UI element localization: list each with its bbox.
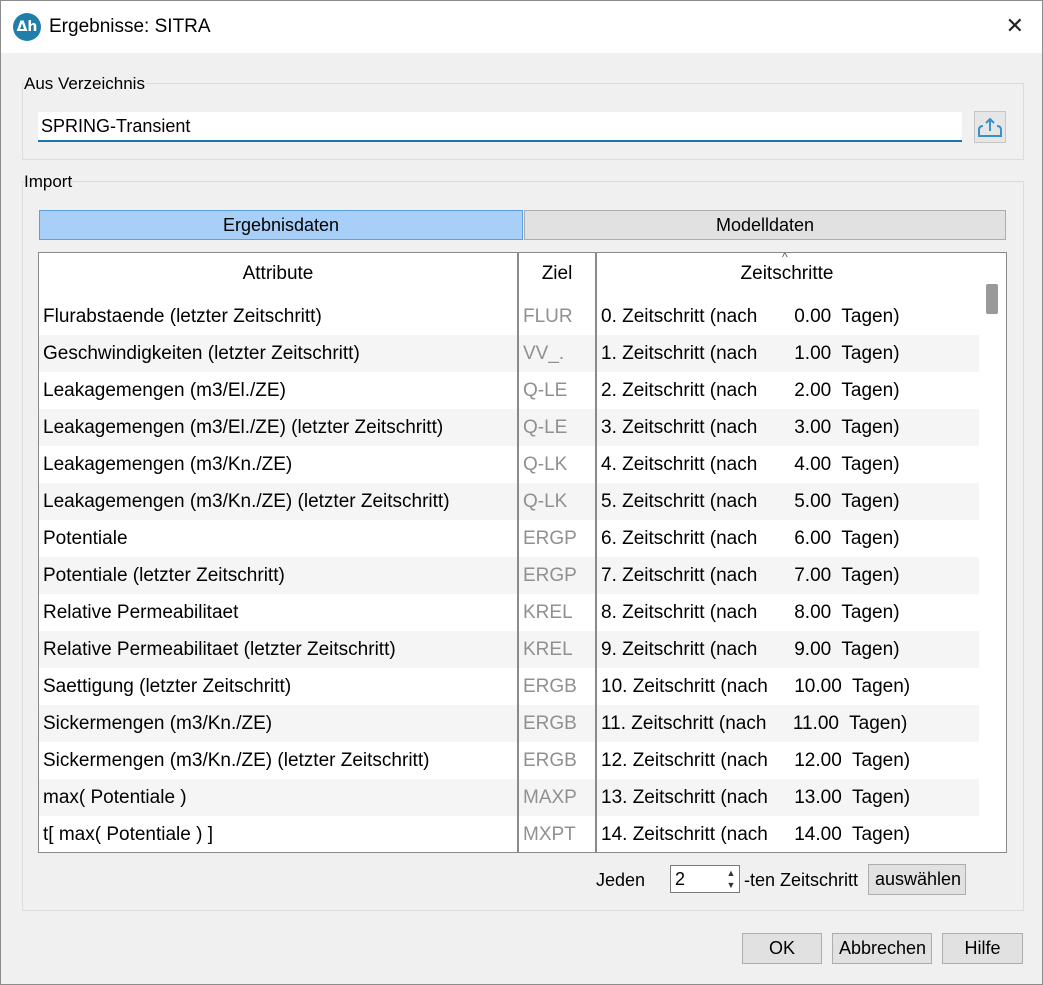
ok-button[interactable]: OK xyxy=(742,933,822,964)
step-suffix-label: -ten Zeitschritt xyxy=(744,870,859,890)
cell-ziel[interactable]: ERGP xyxy=(523,557,577,594)
cell-ziel[interactable]: MAXP xyxy=(523,779,577,816)
cell-ziel[interactable]: ERGB xyxy=(523,705,577,742)
cell-zeitschritt[interactable]: 2. Zeitschritt (nach 2.00 Tagen) xyxy=(601,372,900,409)
vertical-scrollbar[interactable] xyxy=(979,253,1006,852)
window-title: Ergebnisse: SITRA xyxy=(49,16,211,37)
column-header-zeitschritte[interactable]: Zeitschritte xyxy=(597,263,977,285)
cell-attribute[interactable]: Sickermengen (m3/Kn./ZE) (letzter Zeitsc… xyxy=(43,742,429,779)
table-row[interactable]: Relative Permeabilitaet KREL 8. Zeitschrit… xyxy=(39,594,979,631)
table-row[interactable]: Flurabstaende (letzter Zeitschritt) FLUR 0… xyxy=(39,298,979,335)
cell-zeitschritt[interactable]: 0. Zeitschritt (nach 0.00 Tagen) xyxy=(601,298,900,335)
cell-attribute[interactable]: t[ max( Potentiale ) ] xyxy=(43,816,213,852)
cell-ziel[interactable]: KREL xyxy=(523,594,573,631)
cell-attribute[interactable]: Potentiale xyxy=(43,520,128,557)
cell-zeitschritt[interactable]: 8. Zeitschritt (nach 8.00 Tagen) xyxy=(601,594,900,631)
cell-ziel[interactable]: ERGB xyxy=(523,742,577,779)
cell-zeitschritt[interactable]: 12. Zeitschritt (nach 12.00 Tagen) xyxy=(601,742,910,779)
cell-ziel[interactable]: FLUR xyxy=(523,298,573,335)
cell-zeitschritt[interactable]: 3. Zeitschritt (nach 3.00 Tagen) xyxy=(601,409,900,446)
table-row[interactable]: Geschwindigkeiten (letzter Zeitschritt) V… xyxy=(39,335,979,372)
cell-ziel[interactable]: ERGP xyxy=(523,520,577,557)
cell-ziel[interactable]: VV_. xyxy=(523,335,564,372)
column-header-attribute[interactable]: Attribute xyxy=(39,263,517,285)
cell-zeitschritt[interactable]: 6. Zeitschritt (nach 6.00 Tagen) xyxy=(601,520,900,557)
cell-attribute[interactable]: max( Potentiale ) xyxy=(43,779,187,816)
directory-input[interactable] xyxy=(38,112,962,142)
cell-zeitschritt[interactable]: 4. Zeitschritt (nach 4.00 Tagen) xyxy=(601,446,900,483)
cell-ziel[interactable]: KREL xyxy=(523,631,573,668)
table-row[interactable]: max( Potentiale ) MAXP 13. Zeitschritt (na… xyxy=(39,779,979,816)
column-header-ziel[interactable]: Ziel xyxy=(519,263,595,285)
table-row[interactable]: Leakagemengen (m3/El./ZE) Q-LE 2. Zeitschr… xyxy=(39,372,979,409)
cell-attribute[interactable]: Relative Permeabilitaet (letzter Zeitsch… xyxy=(43,631,396,668)
help-button[interactable]: Hilfe xyxy=(942,933,1023,964)
cell-ziel[interactable]: Q-LE xyxy=(523,372,567,409)
tab-modelldaten[interactable]: Modelldaten xyxy=(524,210,1006,240)
table-row[interactable]: Potentiale ERGP 6. Zeitschritt (nach 6.00 … xyxy=(39,520,979,557)
app-logo-icon: Δh xyxy=(13,13,41,41)
cell-attribute[interactable]: Relative Permeabilitaet xyxy=(43,594,238,631)
close-icon[interactable]: ✕ xyxy=(1006,13,1024,39)
table-row[interactable]: Sickermengen (m3/Kn./ZE) (letzter Zeitsc… xyxy=(39,742,979,779)
spin-down-icon[interactable]: ▼ xyxy=(725,879,737,891)
cell-zeitschritt[interactable]: 10. Zeitschritt (nach 10.00 Tagen) xyxy=(601,668,910,705)
title-bar: Δh Ergebnisse: SITRA ✕ xyxy=(1,1,1042,53)
cell-ziel[interactable]: Q-LK xyxy=(523,446,567,483)
cell-attribute[interactable]: Leakagemengen (m3/Kn./ZE) xyxy=(43,446,292,483)
column-divider[interactable] xyxy=(595,253,597,852)
column-divider[interactable] xyxy=(517,253,519,852)
cell-attribute[interactable]: Sickermengen (m3/Kn./ZE) xyxy=(43,705,272,742)
cell-zeitschritt[interactable]: 1. Zeitschritt (nach 1.00 Tagen) xyxy=(601,335,900,372)
scrollbar-thumb[interactable] xyxy=(986,284,998,314)
tab-ergebnisdaten[interactable]: Ergebnisdaten xyxy=(39,210,523,240)
cell-attribute[interactable]: Potentiale (letzter Zeitschritt) xyxy=(43,557,285,594)
select-steps-button[interactable]: auswählen xyxy=(868,864,966,895)
cell-zeitschritt[interactable]: 14. Zeitschritt (nach 14.00 Tagen) xyxy=(601,816,910,852)
table-row[interactable]: Sickermengen (m3/Kn./ZE) ERGB 11. Zeitschr… xyxy=(39,705,979,742)
cell-ziel[interactable]: Q-LK xyxy=(523,483,567,520)
cell-zeitschritt[interactable]: 9. Zeitschritt (nach 9.00 Tagen) xyxy=(601,631,900,668)
table-row[interactable]: Leakagemengen (m3/Kn./ZE) (letzter Zeits… xyxy=(39,483,979,520)
browse-button[interactable] xyxy=(974,111,1006,143)
table-row[interactable]: t[ max( Potentiale ) ] MXPT 14. Zeitschrit… xyxy=(39,816,979,852)
results-dialog: Δh Ergebnisse: SITRA ✕ Aus Verzeichnis I… xyxy=(0,0,1043,985)
cell-attribute[interactable]: Leakagemengen (m3/El./ZE) xyxy=(43,372,286,409)
cell-zeitschritt[interactable]: 5. Zeitschritt (nach 5.00 Tagen) xyxy=(601,483,900,520)
table-row[interactable]: Relative Permeabilitaet (letzter Zeitsch… xyxy=(39,631,979,668)
upload-icon xyxy=(978,117,1002,137)
cell-attribute[interactable]: Geschwindigkeiten (letzter Zeitschritt) xyxy=(43,335,360,372)
cell-attribute[interactable]: Saettigung (letzter Zeitschritt) xyxy=(43,668,291,705)
cell-attribute[interactable]: Leakagemengen (m3/Kn./ZE) (letzter Zeits… xyxy=(43,483,450,520)
step-spinbox-value[interactable]: 2 xyxy=(675,869,685,890)
cell-attribute[interactable]: Flurabstaende (letzter Zeitschritt) xyxy=(43,298,322,335)
cancel-button[interactable]: Abbrechen xyxy=(832,933,932,964)
cell-ziel[interactable]: MXPT xyxy=(523,816,576,852)
cell-attribute[interactable]: Leakagemengen (m3/El./ZE) (letzter Zeits… xyxy=(43,409,443,446)
cell-zeitschritt[interactable]: 7. Zeitschritt (nach 7.00 Tagen) xyxy=(601,557,900,594)
import-group-label: Import xyxy=(24,172,73,192)
directory-group-label: Aus Verzeichnis xyxy=(24,74,145,94)
table-row[interactable]: Saettigung (letzter Zeitschritt) ERGB 10. … xyxy=(39,668,979,705)
step-prefix-label: Jeden xyxy=(596,870,646,890)
cell-ziel[interactable]: ERGB xyxy=(523,668,577,705)
table-row[interactable]: Leakagemengen (m3/El./ZE) (letzter Zeits… xyxy=(39,409,979,446)
cell-zeitschritt[interactable]: 11. Zeitschritt (nach 11.00 Tagen) xyxy=(601,705,907,742)
step-spinbox[interactable]: 2 ▲ ▼ xyxy=(670,865,740,893)
cell-zeitschritt[interactable]: 13. Zeitschritt (nach 13.00 Tagen) xyxy=(601,779,910,816)
results-table: Attribute Ziel ^ Zeitschritte Flurabstae… xyxy=(38,252,1007,853)
table-row[interactable]: Leakagemengen (m3/Kn./ZE) Q-LK 4. Zeitschr… xyxy=(39,446,979,483)
table-row[interactable]: Potentiale (letzter Zeitschritt) ERGP 7. Z… xyxy=(39,557,979,594)
cell-ziel[interactable]: Q-LE xyxy=(523,409,567,446)
spin-up-icon[interactable]: ▲ xyxy=(725,867,737,879)
